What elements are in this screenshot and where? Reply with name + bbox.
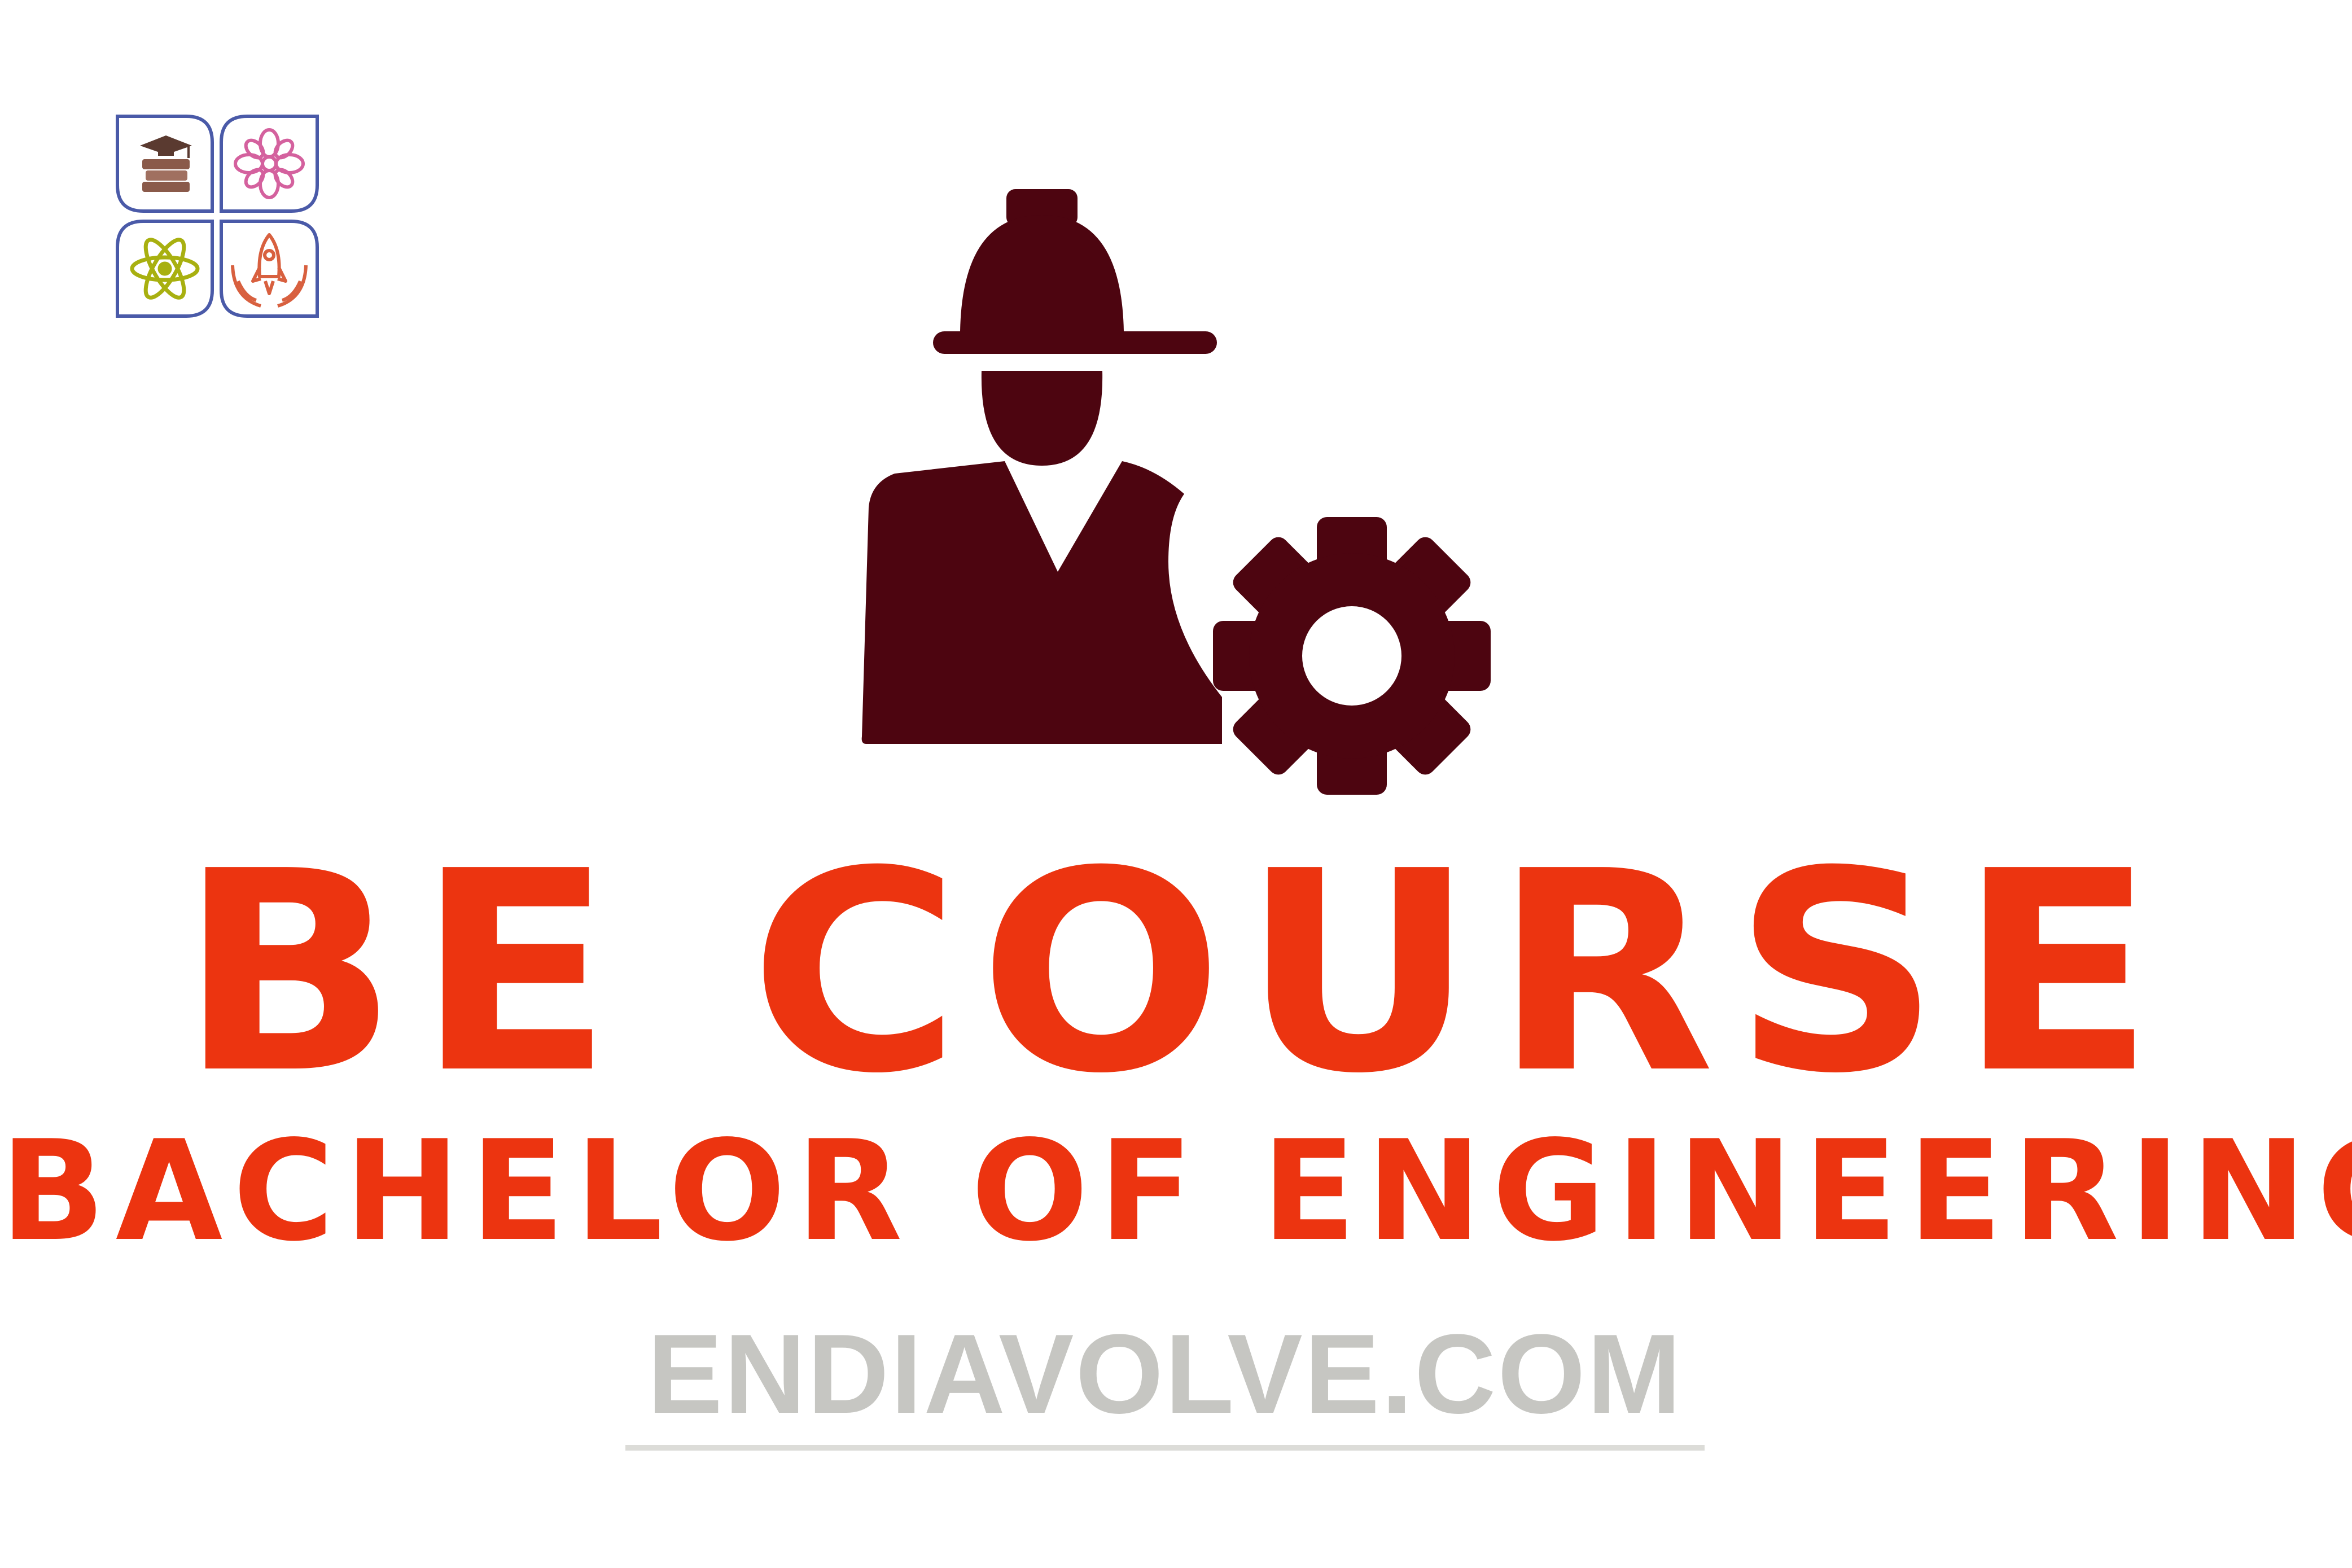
books-graduation-cap-icon [116,115,214,213]
site-logo [116,115,319,318]
flower-icon [220,115,319,213]
course-title: BE COURSE [178,812,2174,1135]
website-link[interactable]: ENDIAVOLVE.COM [625,1315,1705,1451]
rocket-hands-icon [220,220,319,318]
course-subtitle: BACHELOR OF ENGINEERING [0,1111,2352,1272]
engineer-with-gear-icon [861,189,1491,795]
atom-icon [116,220,214,318]
